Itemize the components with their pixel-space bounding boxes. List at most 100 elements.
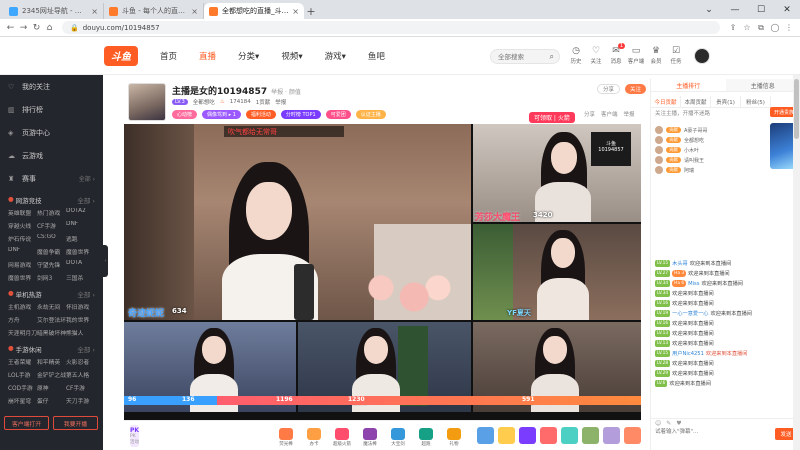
- tab-fans[interactable]: 粉丝(5): [741, 96, 771, 107]
- tab-anchor-rank[interactable]: 主播排行: [651, 79, 726, 91]
- browser-tab-2[interactable]: 斗鱼 - 每个人的直播平台 ×: [104, 3, 204, 19]
- category-link[interactable]: LOL手游: [8, 370, 37, 379]
- header-vip[interactable]: ♛ 会员: [646, 45, 666, 65]
- category-link[interactable]: CF手游: [37, 221, 66, 230]
- maximize-icon[interactable]: ☐: [748, 0, 774, 19]
- close-icon[interactable]: ×: [188, 7, 198, 16]
- close-icon[interactable]: ×: [88, 7, 98, 16]
- search-icon[interactable]: ⌕: [550, 52, 554, 62]
- header-client[interactable]: ▭ 客户端: [626, 45, 646, 65]
- category-link[interactable]: 三国杀: [66, 273, 95, 282]
- category-link[interactable]: 守望先锋: [37, 260, 66, 269]
- danmu-style-icon[interactable]: ✎: [666, 420, 671, 427]
- category-link[interactable]: 天涯明月刀: [8, 328, 37, 337]
- tab-anchor-info[interactable]: 主播信息: [725, 79, 800, 91]
- category-link[interactable]: 主机游戏: [8, 302, 37, 311]
- search-input[interactable]: [498, 52, 544, 61]
- pk-activity-button[interactable]: PK PK活动: [130, 424, 140, 447]
- anchor-avatar[interactable]: [128, 83, 166, 121]
- chevron-down-icon[interactable]: ⌄: [696, 0, 722, 19]
- category-link[interactable]: 英雄联盟: [8, 208, 37, 217]
- header-message[interactable]: 1 ✉ 消息: [606, 43, 626, 65]
- category-link[interactable]: 崩坏星穹: [8, 396, 37, 405]
- start-live-button[interactable]: 我要开播: [53, 416, 98, 430]
- tab-vip[interactable]: 贵宾(1): [711, 96, 741, 107]
- category-link[interactable]: 第五人格: [66, 370, 95, 379]
- category-link[interactable]: 火影忍者: [66, 357, 95, 366]
- category-link[interactable]: 原神: [37, 383, 66, 392]
- close-icon[interactable]: ×: [289, 7, 299, 16]
- player-client-link[interactable]: 客户端: [601, 110, 618, 118]
- share-button[interactable]: 分享: [596, 84, 620, 94]
- chat-nickname[interactable]: 木头哥: [672, 260, 688, 268]
- share-icon[interactable]: ⇪: [726, 23, 740, 33]
- gift-item[interactable]: 礼物: [443, 425, 465, 447]
- category-link[interactable]: CS:GO: [37, 234, 66, 243]
- tab-today[interactable]: 今日贡献: [651, 96, 681, 107]
- room-tag[interactable]: 心动榜: [172, 110, 198, 119]
- category-link[interactable]: 永劫无间: [37, 302, 66, 311]
- backpack-gift-icon[interactable]: [477, 427, 495, 444]
- open-client-button[interactable]: 客户端打开: [4, 416, 49, 430]
- follow-button[interactable]: 关注: [624, 84, 646, 94]
- backpack-gift-icon[interactable]: [624, 427, 642, 444]
- gift-item[interactable]: 办卡: [303, 425, 325, 447]
- category-link[interactable]: 炉石传说: [8, 234, 37, 243]
- profile-icon[interactable]: ◯: [768, 23, 782, 33]
- category-link[interactable]: 和平精英: [37, 357, 66, 366]
- header-follow[interactable]: ♡ 关注: [586, 45, 606, 65]
- sidebar-item-webgame[interactable]: ◈ 页游中心: [0, 121, 103, 144]
- category-link[interactable]: DOTA2: [66, 208, 95, 217]
- gift-item[interactable]: 超级火箭: [331, 425, 353, 447]
- header-task[interactable]: ☑ 任务: [666, 45, 686, 65]
- category-link[interactable]: 穿越火线: [8, 221, 37, 230]
- category-link[interactable]: 剑网3: [37, 273, 66, 282]
- room-tag[interactable]: 认证主播: [355, 110, 386, 119]
- video-cell-2[interactable]: 斗鱼 10194857 芳莎大魔王 3420: [473, 124, 641, 222]
- video-cell-main[interactable]: 吹气都给无常哥 奇迹妮妮 634: [124, 124, 471, 320]
- player-share-link[interactable]: 分享: [584, 110, 595, 118]
- chat-input[interactable]: [655, 427, 767, 441]
- category-link[interactable]: COD手游: [8, 383, 37, 392]
- gift-item[interactable]: 超跑: [415, 425, 437, 447]
- nav-live[interactable]: 直播: [199, 50, 216, 62]
- minimize-icon[interactable]: —: [722, 0, 748, 19]
- menu-icon[interactable]: ⋮: [782, 23, 796, 33]
- category-link[interactable]: 我的世界: [66, 315, 95, 324]
- scrollbar-thumb[interactable]: [794, 79, 799, 139]
- category-link[interactable]: 蛋仔: [37, 396, 66, 405]
- extension-icon[interactable]: ⧉: [754, 23, 768, 33]
- category-link[interactable]: 天刀手游: [66, 396, 95, 405]
- room-tag[interactable]: 可爱团: [325, 110, 351, 119]
- user-avatar[interactable]: [694, 48, 710, 64]
- chat-nickname[interactable]: 一心一意爱一心: [672, 310, 708, 318]
- category-link[interactable]: CF手游: [66, 383, 95, 392]
- sidebar-collapse-handle[interactable]: ‹: [103, 245, 108, 277]
- sidebar-item-rank[interactable]: ▥ 排行榜: [0, 98, 103, 121]
- report-link[interactable]: 举报: [275, 98, 286, 106]
- sidebar-item-events[interactable]: ♜ 赛事 全部 ›: [0, 167, 103, 190]
- backpack-gift-icon[interactable]: [519, 427, 537, 444]
- rank-row[interactable]: 贡献 请叫我王: [651, 155, 771, 165]
- douyu-logo[interactable]: 斗鱼: [104, 45, 138, 66]
- backpack-gift-icon[interactable]: [561, 427, 579, 444]
- rank-row[interactable]: 贡献 小木叶: [651, 145, 771, 155]
- nav-game[interactable]: 游戏▾: [325, 50, 346, 62]
- category-link[interactable]: DOTA: [66, 260, 95, 269]
- new-tab-icon[interactable]: +: [304, 3, 318, 19]
- tab-week[interactable]: 本周贡献: [681, 96, 711, 107]
- category-link[interactable]: 王者荣耀: [8, 357, 37, 366]
- category-link[interactable]: 怀旧游戏: [66, 302, 95, 311]
- backpack-gift-icon[interactable]: [603, 427, 621, 444]
- rank-row[interactable]: 贡献 全都想吃: [651, 135, 771, 145]
- chat-nickname[interactable]: 用户Nic4251: [672, 350, 704, 358]
- category-link[interactable]: 熊猫人: [66, 328, 95, 337]
- category-link[interactable]: 热门游戏: [37, 208, 66, 217]
- backpack-gift-icon[interactable]: [498, 427, 516, 444]
- nav-video[interactable]: 视频▾: [281, 50, 302, 62]
- forward-icon[interactable]: →: [17, 23, 30, 33]
- chat-nickname[interactable]: Miss: [688, 280, 699, 288]
- pk-reward-badge[interactable]: 可领取 | 火箭: [529, 112, 575, 123]
- category-link[interactable]: 方舟: [8, 315, 37, 324]
- category-link[interactable]: 暗黑破坏神: [37, 328, 66, 337]
